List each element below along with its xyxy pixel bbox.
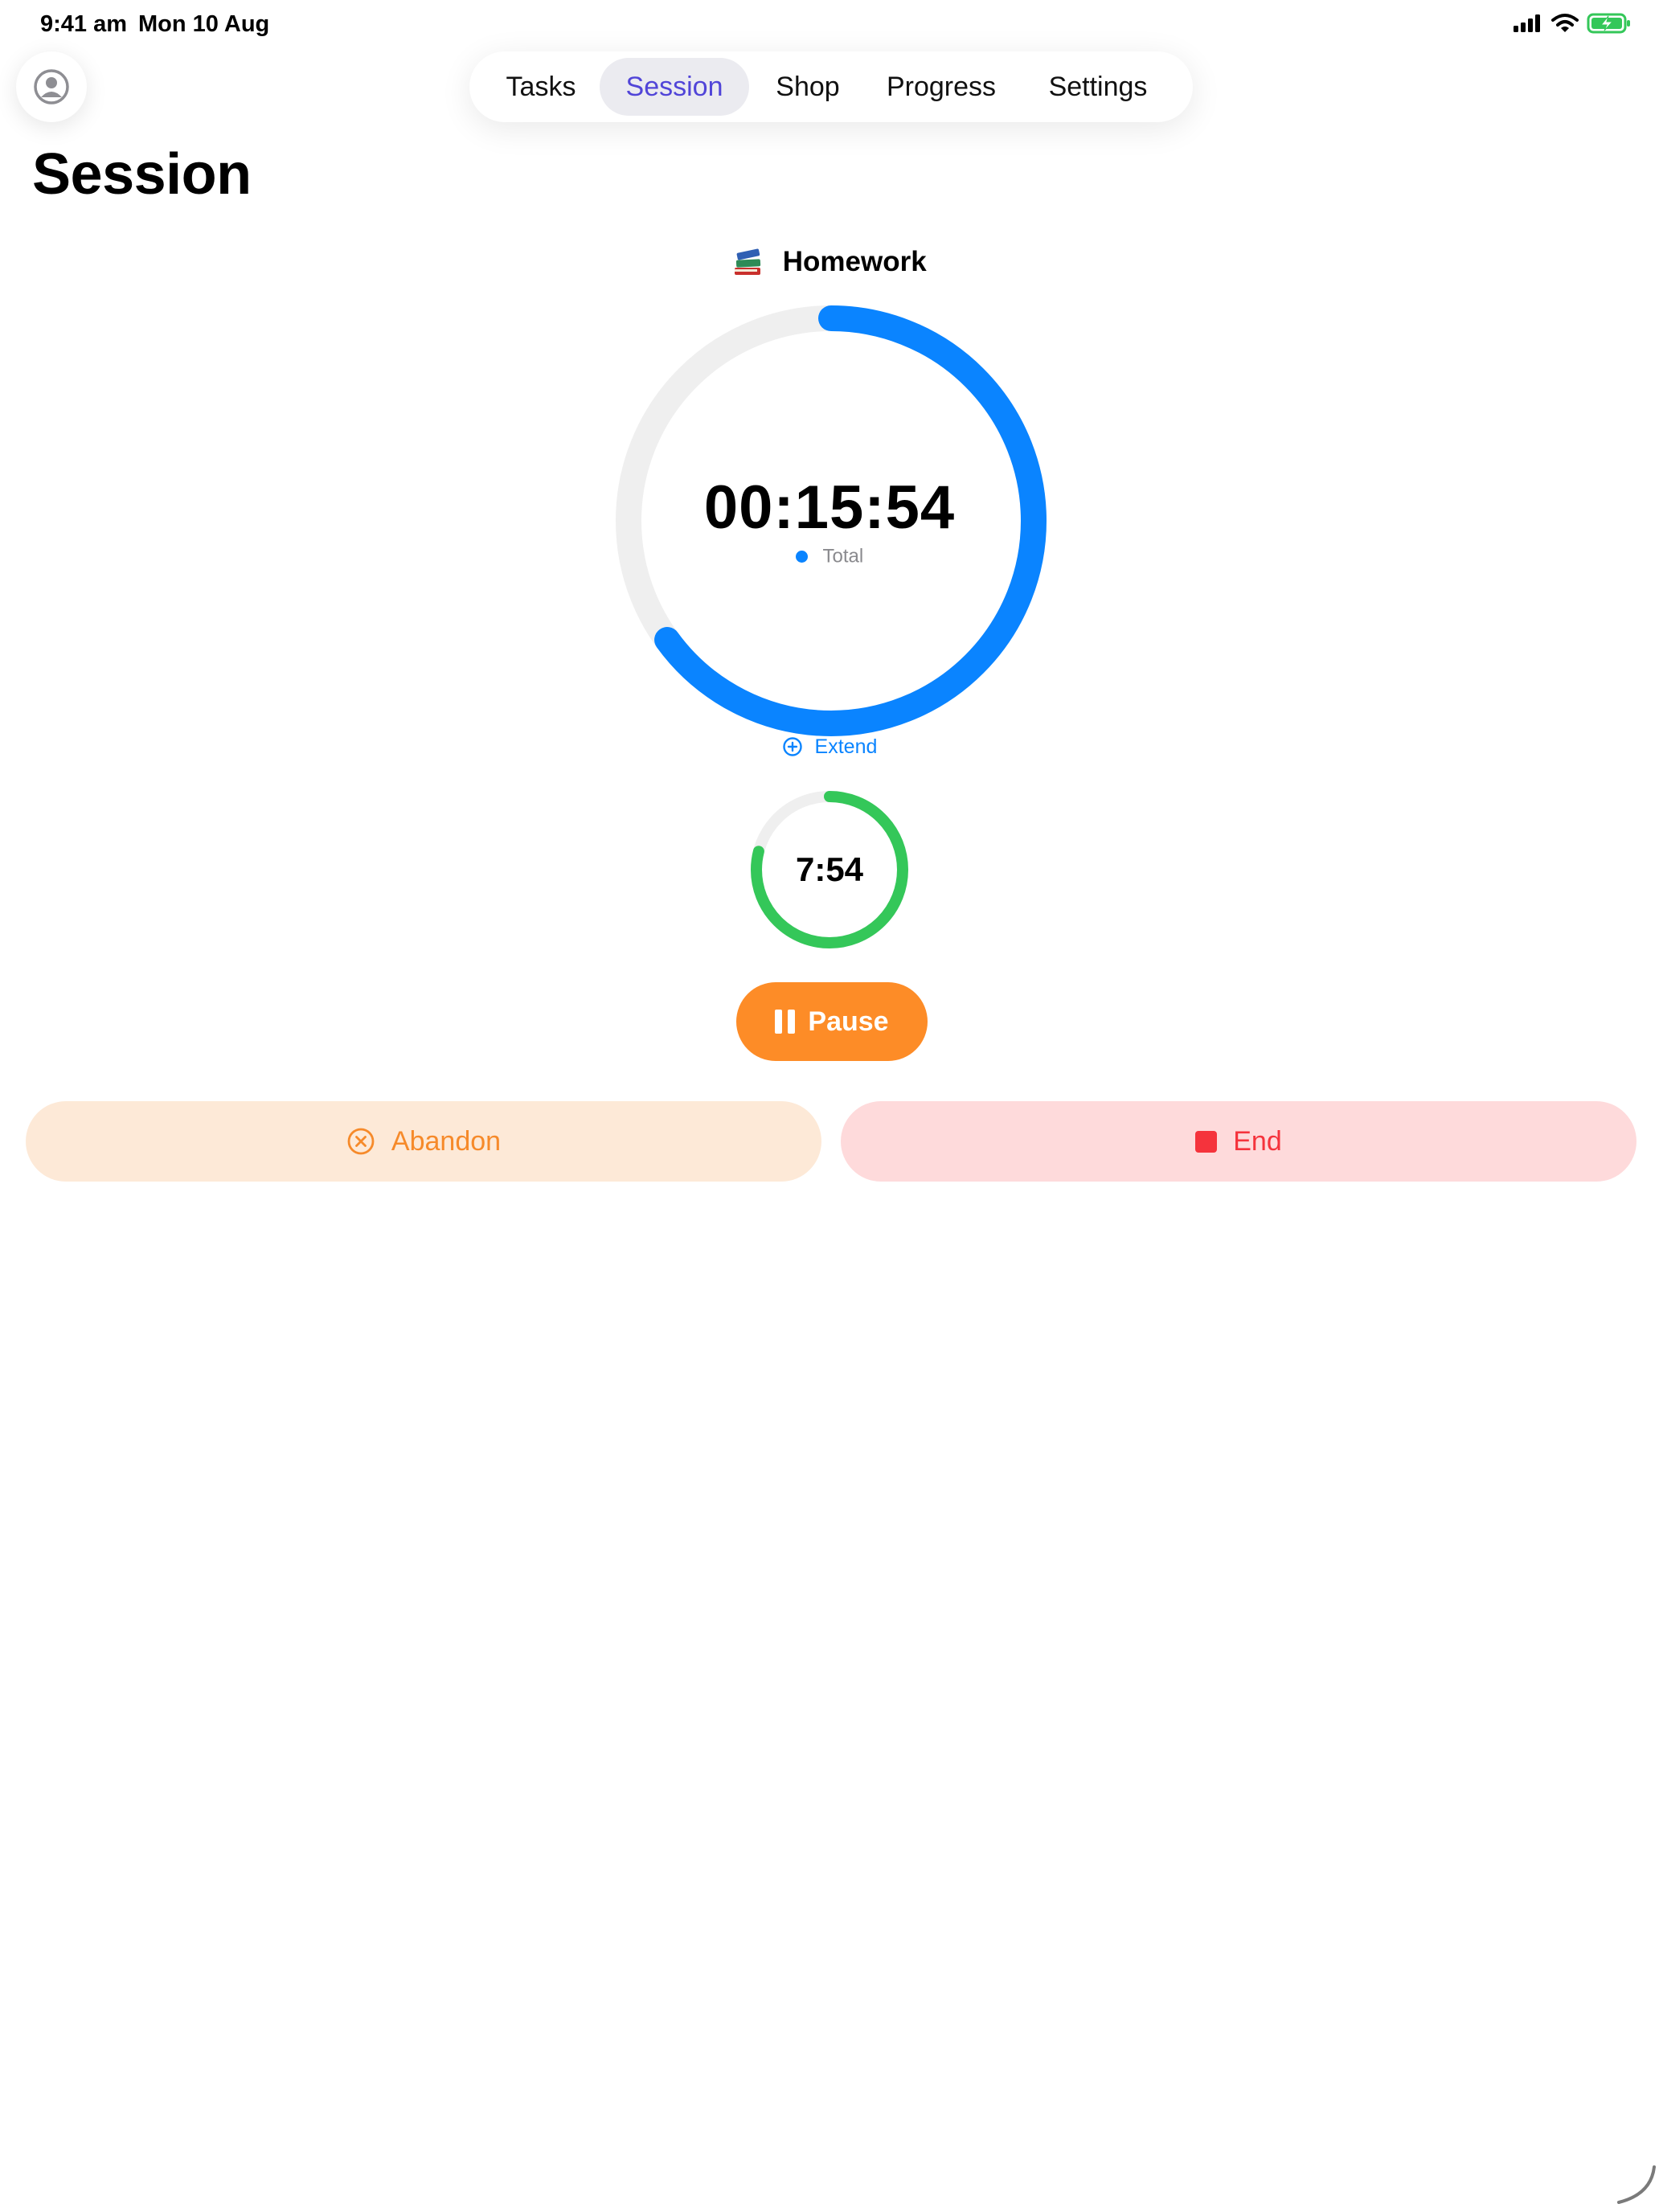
pause-icon (775, 1010, 796, 1034)
total-legend-label: Total (822, 545, 864, 567)
page-title: Session (32, 142, 252, 207)
plus-circle-icon (782, 737, 802, 757)
status-icons (1513, 13, 1632, 34)
tab-settings[interactable]: Settings (1019, 58, 1177, 116)
status-time: 9:41 am (40, 11, 128, 37)
abandon-button[interactable]: Abandon (26, 1101, 821, 1182)
end-label: End (1233, 1125, 1282, 1157)
x-circle-icon (347, 1128, 375, 1155)
books-icon (735, 248, 761, 275)
total-timer: 00:15:54 (703, 473, 956, 542)
task-name: Homework (782, 246, 927, 277)
wifi-icon (1551, 14, 1579, 32)
tab-progress[interactable]: Progress (866, 58, 1016, 116)
tab-session[interactable]: Session (600, 58, 749, 116)
segment-timer: 7:54 (795, 850, 864, 888)
extend-button[interactable]: Extend (0, 735, 1659, 759)
top-tab-bar: Tasks Session Shop Progress Settings (469, 51, 1193, 122)
status-date: Mon 10 Aug (138, 11, 270, 37)
resize-corner-icon (1617, 2165, 1656, 2204)
cellular-signal-icon (1514, 14, 1540, 32)
total-legend-dot (795, 551, 808, 563)
extend-label: Extend (814, 735, 878, 758)
tab-shop[interactable]: Shop (752, 58, 863, 116)
account-button[interactable] (16, 51, 87, 122)
status-bar: 9:41 am Mon 10 Aug (0, 0, 1659, 51)
pause-button[interactable]: Pause (736, 982, 928, 1061)
tab-tasks[interactable]: Tasks (485, 58, 596, 116)
pause-label: Pause (808, 1006, 889, 1037)
battery-charging-icon (1587, 13, 1630, 34)
person-circle-icon (34, 69, 69, 104)
end-button[interactable]: End (841, 1101, 1636, 1182)
stop-icon (1195, 1130, 1218, 1153)
session-task: Homework (0, 246, 1659, 278)
total-legend: Total (0, 545, 1659, 568)
abandon-label: Abandon (391, 1125, 502, 1157)
